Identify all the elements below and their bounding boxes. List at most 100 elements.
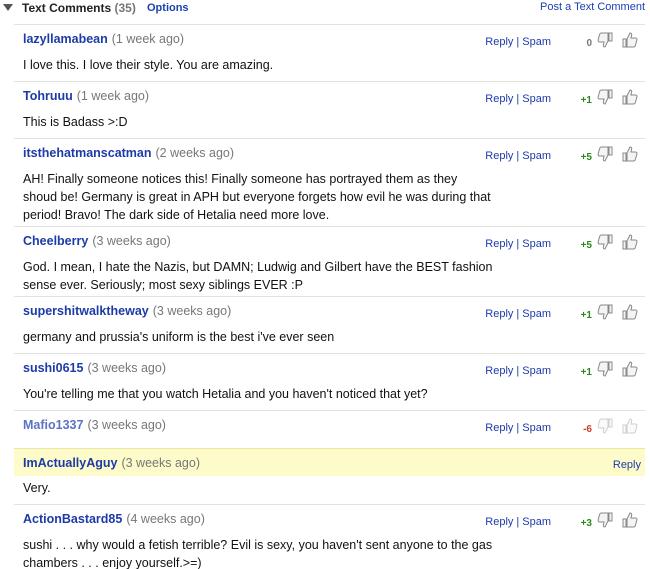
comment-author[interactable]: Cheelberry (3 weeks ago) [23, 234, 171, 248]
spam-link[interactable]: Spam [522, 516, 551, 528]
thumbs-down-icon[interactable] [596, 360, 614, 378]
comment-actions: Reply | Spam [485, 422, 551, 434]
comment-body: sushi . . . why would a fetish terrible?… [23, 538, 493, 569]
spam-link[interactable]: Spam [522, 422, 551, 434]
author-name[interactable]: Tohruuu [23, 89, 73, 103]
thumbs-down-icon[interactable] [596, 417, 614, 435]
comment-score: +1 [580, 95, 592, 106]
spam-link[interactable]: Spam [522, 365, 551, 377]
author-name[interactable]: supershitwalktheway [23, 304, 149, 318]
reply-link[interactable]: Reply [485, 308, 513, 320]
comment-actions: Reply | Spam [485, 308, 551, 320]
thumbs-down-icon[interactable] [596, 511, 614, 529]
comment-body-bg [14, 476, 645, 504]
comment-body: Very. [23, 481, 51, 495]
author-name[interactable]: itsthehatmanscatman [23, 146, 152, 160]
options-link[interactable]: Options [147, 2, 189, 14]
comment-author[interactable]: lazyllamabean (1 week ago) [23, 32, 184, 46]
collapse-triangle-icon[interactable] [3, 4, 13, 11]
comment-author[interactable]: ImActuallyAguy (3 weeks ago) [23, 456, 200, 470]
link-separator: | [516, 36, 520, 48]
comment-item: Tohruuu (1 week ago) Reply | Spam +1 This i… [14, 81, 645, 138]
spam-link[interactable]: Spam [522, 36, 551, 48]
comment-body: This is Badass >:D [23, 115, 128, 129]
reply-link[interactable]: Reply [485, 422, 513, 434]
thumbs-down-icon[interactable] [596, 88, 614, 106]
comment-item: Cheelberry (3 weeks ago) Reply | Spam +5 Go… [14, 226, 645, 296]
reply-link[interactable]: Reply [485, 516, 513, 528]
thumbs-up-icon[interactable] [621, 88, 639, 106]
reply-link[interactable]: Reply [485, 238, 513, 250]
comments-title: Text Comments (35) [22, 1, 136, 15]
author-name[interactable]: ActionBastard85 [23, 512, 122, 526]
spam-link[interactable]: Spam [522, 238, 551, 250]
thumbs-up-icon[interactable] [621, 417, 639, 435]
thumbs-up-icon[interactable] [621, 303, 639, 321]
comment-body: AH! Finally someone notices this! Finall… [23, 172, 491, 222]
comment-score: -6 [583, 424, 592, 435]
comment-author[interactable]: ActionBastard85 (4 weeks ago) [23, 512, 205, 526]
link-separator: | [516, 308, 520, 320]
comment-author[interactable]: sushi0615 (3 weeks ago) [23, 361, 166, 375]
comment-actions: Reply | Spam [485, 365, 551, 377]
thumbs-down-icon[interactable] [596, 145, 614, 163]
comment-time: (1 week ago) [76, 89, 150, 103]
comment-score: 0 [586, 38, 592, 49]
reply-link[interactable]: Reply [485, 36, 513, 48]
comment-time: (3 weeks ago) [87, 361, 166, 375]
thumbs-up-icon[interactable] [621, 233, 639, 251]
thumbs-down-icon[interactable] [596, 233, 614, 251]
comment-count: (35) [114, 1, 136, 15]
comment-author[interactable]: Tohruuu (1 week ago) [23, 89, 149, 103]
spam-link[interactable]: Spam [522, 93, 551, 105]
comment-time: (3 weeks ago) [121, 456, 200, 470]
reply-link[interactable]: Reply [485, 93, 513, 105]
author-name[interactable]: ImActuallyAguy [23, 456, 117, 470]
author-name[interactable]: Mafio1337 [23, 418, 83, 432]
comment-author[interactable]: supershitwalktheway (3 weeks ago) [23, 304, 231, 318]
comment-body: You're telling me that you watch Hetalia… [23, 387, 428, 401]
thumbs-up-icon[interactable] [621, 31, 639, 49]
link-separator: | [516, 93, 520, 105]
link-separator: | [516, 150, 520, 162]
thumbs-up-icon[interactable] [621, 511, 639, 529]
link-separator: | [516, 422, 520, 434]
comment-item: itsthehatmanscatman (2 weeks ago) Reply | S… [14, 138, 645, 226]
comment-time: (1 week ago) [111, 32, 185, 46]
thumbs-up-icon[interactable] [621, 145, 639, 163]
author-name[interactable]: Cheelberry [23, 234, 88, 248]
comment-actions: Reply | Spam [485, 150, 551, 162]
comment-item: supershitwalktheway (3 weeks ago) Reply | S… [14, 296, 645, 353]
comment-score: +1 [580, 310, 592, 321]
comment-time: (2 weeks ago) [155, 146, 235, 160]
comment-actions: Reply | Spam [485, 238, 551, 250]
post-comment-link[interactable]: Post a Text Comment [540, 1, 645, 13]
comment-body: germany and prussia's uniform is the bes… [23, 330, 335, 344]
reply-link[interactable]: Reply [613, 459, 641, 471]
thumbs-up-icon[interactable] [621, 360, 639, 378]
reply-link[interactable]: Reply [485, 150, 513, 162]
comment-score: +5 [580, 152, 592, 163]
comment-score: +1 [580, 367, 592, 378]
comments-title-text: Text Comments [22, 1, 112, 15]
spam-link[interactable]: Spam [522, 308, 551, 320]
reply-link[interactable]: Reply [485, 365, 513, 377]
thumbs-down-icon[interactable] [596, 31, 614, 49]
comment-author[interactable]: itsthehatmanscatman (2 weeks ago) [23, 146, 234, 160]
thumbs-down-icon[interactable] [596, 303, 614, 321]
link-separator: | [516, 365, 520, 377]
comment-actions: Reply | Spam [485, 36, 551, 48]
comment-item: ActionBastard85 (4 weeks ago) Reply | Spam … [14, 504, 645, 569]
comment-author[interactable]: Mafio1337 (3 weeks ago) [23, 418, 166, 432]
comment-actions: Reply | Spam [485, 516, 551, 528]
comment-score: +3 [580, 518, 592, 529]
comment-item: Mafio1337 (3 weeks ago) Reply | Spam -6 [14, 410, 645, 448]
comments-header: Text Comments (35) Options Post a Text C… [0, 0, 650, 18]
comment-item: sushi0615 (3 weeks ago) Reply | Spam +1 You… [14, 353, 645, 410]
comment-time: (4 weeks ago) [126, 512, 205, 526]
author-name[interactable]: lazyllamabean [23, 32, 108, 46]
comment-time: (3 weeks ago) [87, 418, 166, 432]
author-name[interactable]: sushi0615 [23, 361, 83, 375]
spam-link[interactable]: Spam [522, 150, 551, 162]
link-separator: | [516, 238, 520, 250]
